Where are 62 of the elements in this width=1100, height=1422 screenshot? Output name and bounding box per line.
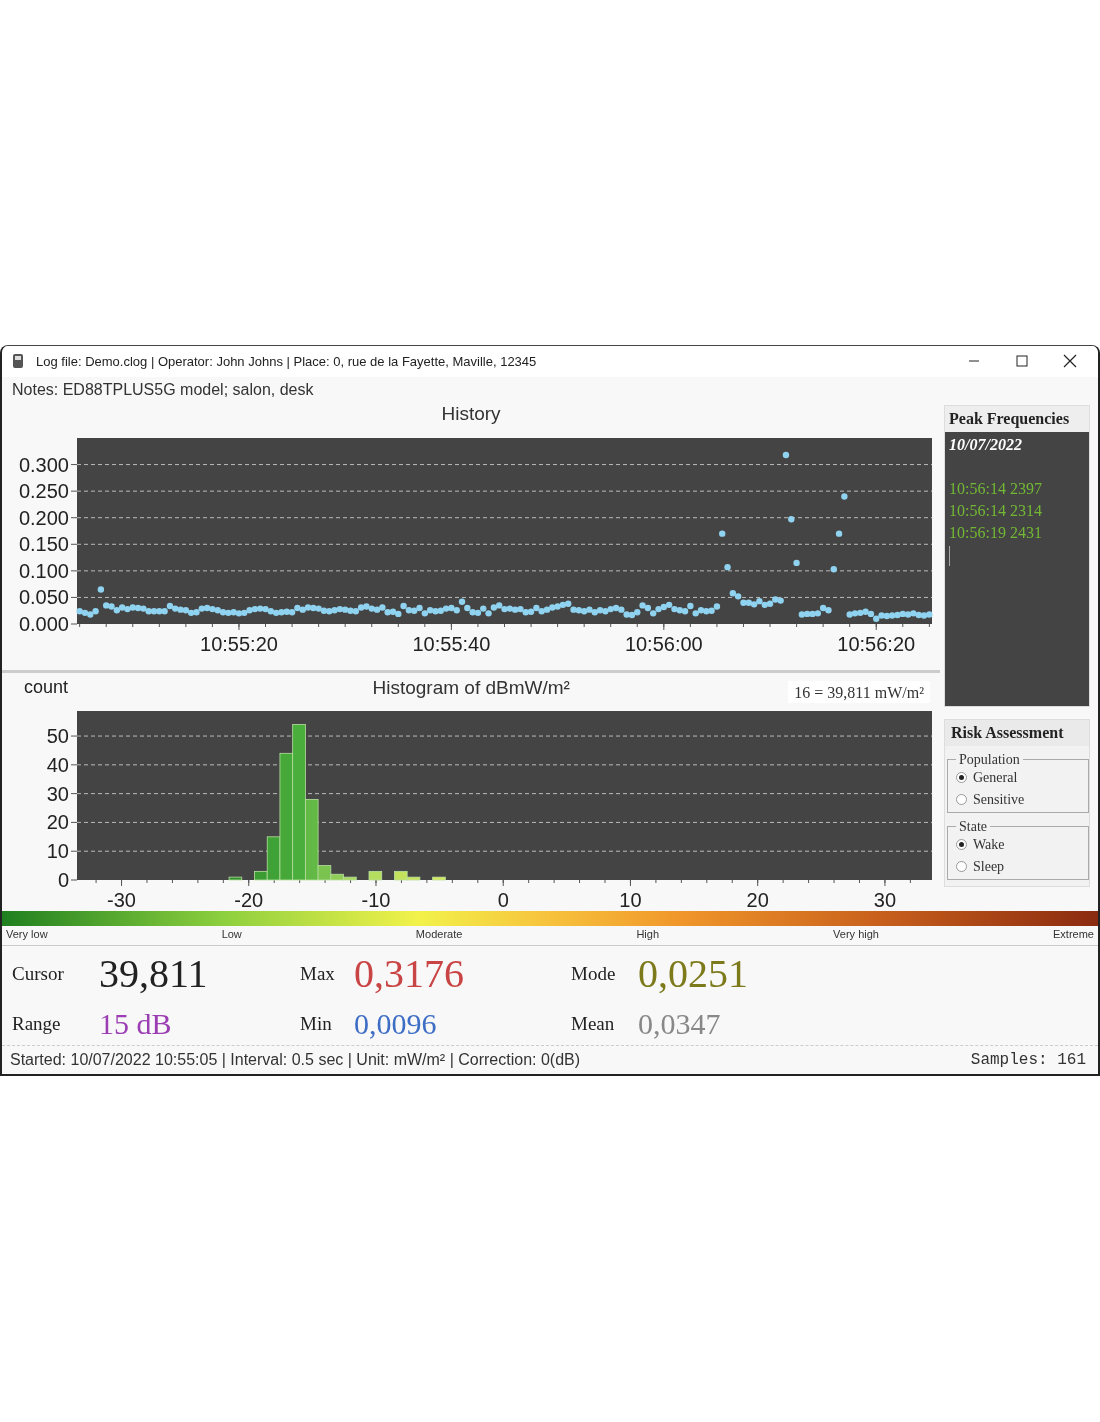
axis-label: 10:56:00 <box>624 632 703 655</box>
peak-entry: 10:56:14 2314 <box>949 500 1042 521</box>
axis-label: 10 <box>46 840 69 863</box>
scale-label: High <box>636 927 659 940</box>
panel-title: Peak Frequencies <box>948 408 1071 430</box>
sample-count: Samples: 161 <box>970 1051 1086 1070</box>
axis-label: -30 <box>107 888 136 909</box>
status-text: Started: 10/07/2022 10:55:05 | Interval: 0.5 sec | Unit: mW/m² | Correction: 0(dB) <box>10 1051 581 1070</box>
scale-label: Extreme <box>1053 927 1094 940</box>
scale-label: Very low <box>6 927 48 940</box>
axis-label: 30 <box>46 782 69 805</box>
axis-label: 0.000 <box>18 612 69 635</box>
axis-label: 0.300 <box>18 453 69 476</box>
peak-entry: 10:56:19 2431 <box>949 522 1042 543</box>
axis-label: 20 <box>46 811 69 834</box>
axis-label: 40 <box>46 753 69 776</box>
radio-label[interactable]: General <box>973 769 1018 786</box>
panel-title: Risk Assessment <box>945 719 1089 746</box>
axis-label: 0 <box>497 888 509 909</box>
stat-label: Range <box>12 1012 62 1035</box>
stat-value: 0,0096 <box>354 1006 438 1041</box>
group-legend: Population <box>956 751 1023 768</box>
axis-label: 0.250 <box>18 480 69 502</box>
stat-value: 15 dB <box>99 1006 173 1041</box>
axis-label: 30 <box>873 888 897 909</box>
axis-label: 0.050 <box>18 586 69 609</box>
notes-text: Notes: ED88TPLUS5G model; salon, desk <box>12 380 314 398</box>
stat-label: Mean <box>571 1012 616 1035</box>
stat-value: 0,3176 <box>354 950 465 998</box>
radio-label[interactable]: Sleep <box>973 858 1005 875</box>
axis-label: 0.100 <box>18 559 69 582</box>
stat-value: 0,0251 <box>638 950 749 998</box>
stat-label: Min <box>300 1012 333 1035</box>
date-text: 10/07/2022 <box>949 435 1022 454</box>
window-title: Log file: Demo.clog | Operator: John Johns | Place: 0, rue de la Fayette, Maville, 12345 <box>36 353 538 369</box>
scale-label: Very high <box>833 927 879 940</box>
axis-label: -20 <box>234 888 264 909</box>
axis-label: 50 <box>46 724 69 747</box>
axis-label: 10:55:40 <box>412 632 491 655</box>
axis-label: 20 <box>746 888 769 909</box>
stat-label: Mode <box>571 962 617 985</box>
axis-label: 0 <box>57 868 69 891</box>
axis-label: 10:55:20 <box>200 632 278 655</box>
axis-label: 10 <box>619 888 642 909</box>
axis-label: 0.150 <box>18 533 69 556</box>
axis-label: -10 <box>361 888 391 909</box>
scale-label: Moderate <box>415 927 463 940</box>
axis-label: 10:56:20 <box>837 632 916 655</box>
stat-label: Max <box>300 962 336 985</box>
chart-title: History <box>440 402 502 425</box>
cursor-readout: 16 = 39,811 mW/m² <box>788 680 930 703</box>
group-legend: State <box>956 818 990 835</box>
peak-entry: 10:56:14 2397 <box>949 478 1042 499</box>
radio-label[interactable]: Wake <box>973 836 1005 853</box>
chart-title: Histogram of dBmW/m² <box>371 676 571 699</box>
scale-label: Low <box>221 927 242 940</box>
axis-title: count <box>24 677 70 699</box>
radio-label[interactable]: Sensitive <box>973 791 1025 808</box>
stat-value: 0,0347 <box>638 1006 722 1041</box>
axis-label: 0.200 <box>18 506 69 529</box>
stat-value: 39,811 <box>99 950 209 998</box>
stat-label: Cursor <box>12 962 65 985</box>
